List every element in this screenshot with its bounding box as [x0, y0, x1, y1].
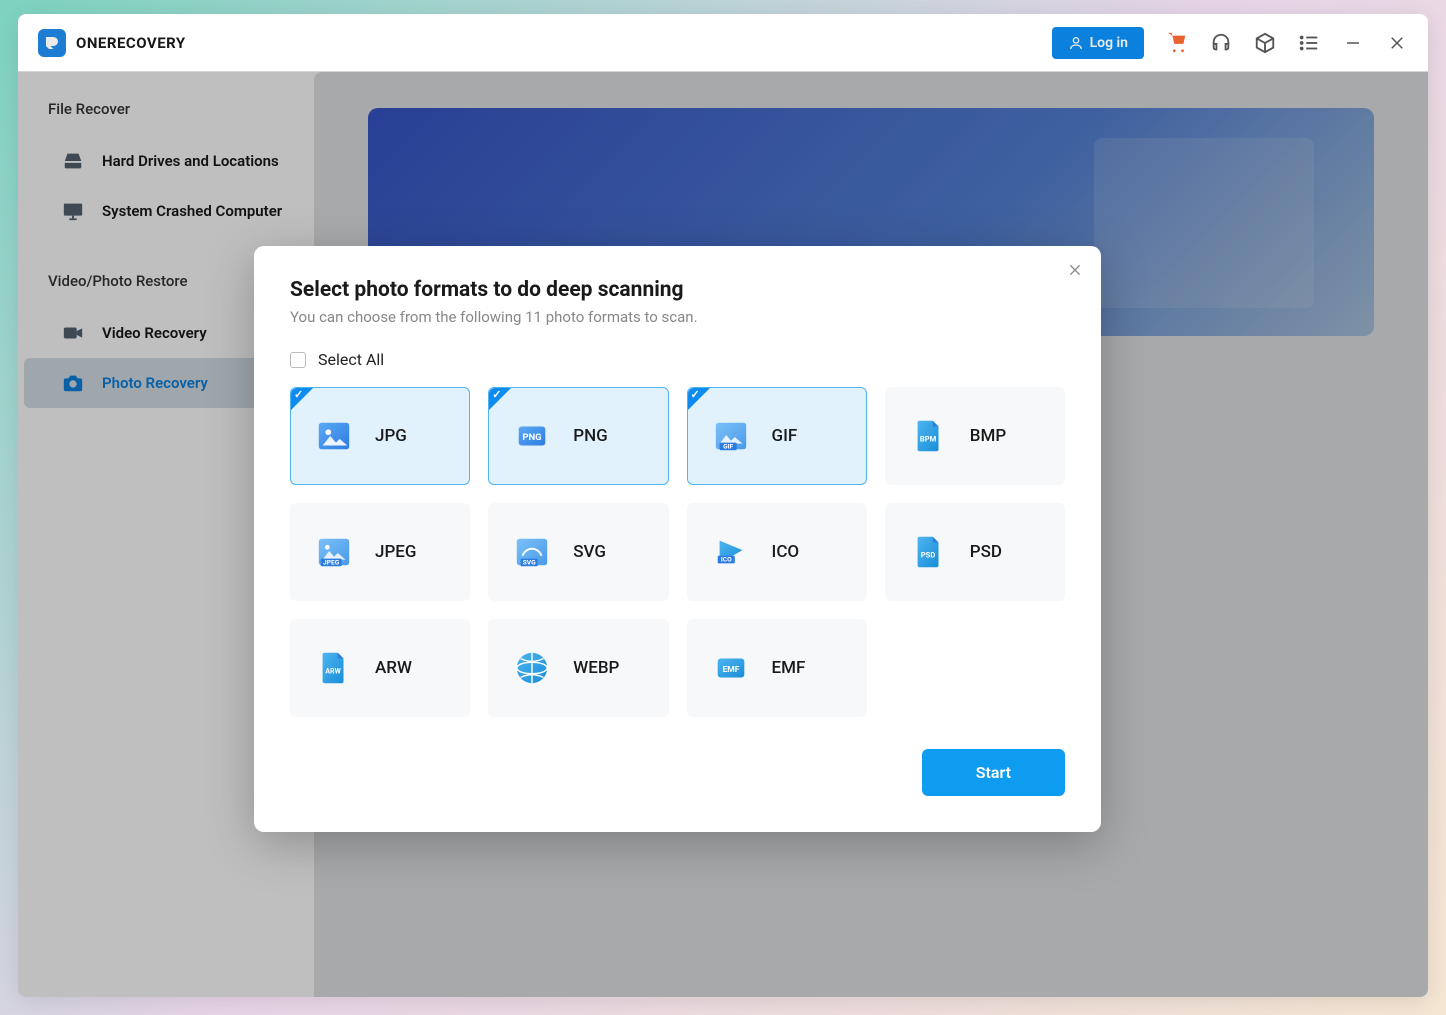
format-card-psd[interactable]: PSD PSD [885, 503, 1065, 601]
logo-icon [38, 29, 66, 57]
svg-text:JPEG: JPEG [323, 558, 340, 566]
format-label: GIF [772, 426, 798, 446]
logo: ONERECOVERY [38, 29, 186, 57]
svg-text:SVG: SVG [523, 558, 536, 566]
svg-text:ICO: ICO [720, 556, 731, 564]
format-label: PSD [970, 542, 1002, 562]
arw-icon: ARW [315, 649, 353, 687]
login-button[interactable]: Log in [1052, 27, 1144, 59]
format-card-gif[interactable]: GIF GIF [687, 387, 867, 485]
select-all-checkbox[interactable] [290, 352, 306, 368]
svg-icon: SVG [513, 533, 551, 571]
close-window-icon[interactable] [1386, 32, 1408, 54]
format-label: EMF [772, 658, 806, 678]
cart-icon[interactable] [1166, 32, 1188, 54]
png-icon: PNG [513, 417, 551, 455]
modal-title: Select photo formats to do deep scanning [290, 278, 1065, 302]
list-icon[interactable] [1298, 32, 1320, 54]
titlebar-actions: Log in [1052, 27, 1408, 59]
webp-icon [513, 649, 551, 687]
format-card-arw[interactable]: ARW ARW [290, 619, 470, 717]
format-card-emf[interactable]: EMF EMF [687, 619, 867, 717]
login-label: Log in [1090, 35, 1128, 51]
format-selection-modal: Select photo formats to do deep scanning… [254, 246, 1101, 832]
svg-text:PSD: PSD [921, 551, 936, 560]
cube-icon[interactable] [1254, 32, 1276, 54]
svg-text:GIF: GIF [723, 442, 733, 450]
format-label: WEBP [573, 658, 619, 678]
format-label: JPEG [375, 542, 416, 562]
format-label: ICO [772, 542, 800, 562]
format-card-webp[interactable]: WEBP [488, 619, 668, 717]
select-all-label: Select All [318, 350, 384, 369]
format-card-ico[interactable]: ICO ICO [687, 503, 867, 601]
format-label: PNG [573, 426, 608, 446]
svg-text:PNG: PNG [523, 432, 542, 443]
format-card-svg[interactable]: SVG SVG [488, 503, 668, 601]
format-card-bmp[interactable]: BPM BMP [885, 387, 1065, 485]
svg-text:BPM: BPM [920, 435, 937, 444]
gif-icon: GIF [712, 417, 750, 455]
app-window: ONERECOVERY Log in [18, 14, 1428, 997]
minimize-icon[interactable] [1342, 32, 1364, 54]
format-card-jpg[interactable]: JPG [290, 387, 470, 485]
bmp-icon: BPM [910, 417, 948, 455]
jpg-icon [315, 417, 353, 455]
format-label: JPG [375, 426, 407, 446]
jpeg-icon: JPEG [315, 533, 353, 571]
svg-text:ARW: ARW [325, 667, 341, 676]
format-card-jpeg[interactable]: JPEG JPEG [290, 503, 470, 601]
format-label: SVG [573, 542, 606, 562]
modal-footer: Start [290, 749, 1065, 796]
format-card-png[interactable]: PNG PNG [488, 387, 668, 485]
titlebar: ONERECOVERY Log in [18, 14, 1428, 72]
emf-icon: EMF [712, 649, 750, 687]
psd-icon: PSD [910, 533, 948, 571]
modal-subtitle: You can choose from the following 11 pho… [290, 308, 1065, 326]
svg-text:EMF: EMF [722, 665, 739, 675]
start-button[interactable]: Start [922, 749, 1065, 796]
format-label: ARW [375, 658, 412, 678]
format-label: BMP [970, 426, 1006, 446]
format-grid: JPGPNGPNGGIFGIFBPMBMPJPEGJPEGSVGSVGICOIC… [290, 387, 1065, 717]
app-name: ONERECOVERY [76, 34, 186, 52]
ico-icon: ICO [712, 533, 750, 571]
modal-close-button[interactable] [1067, 262, 1083, 283]
select-all-row[interactable]: Select All [290, 350, 1065, 369]
headset-icon[interactable] [1210, 32, 1232, 54]
app-body: File Recover Hard Drives and Locations S… [18, 72, 1428, 997]
